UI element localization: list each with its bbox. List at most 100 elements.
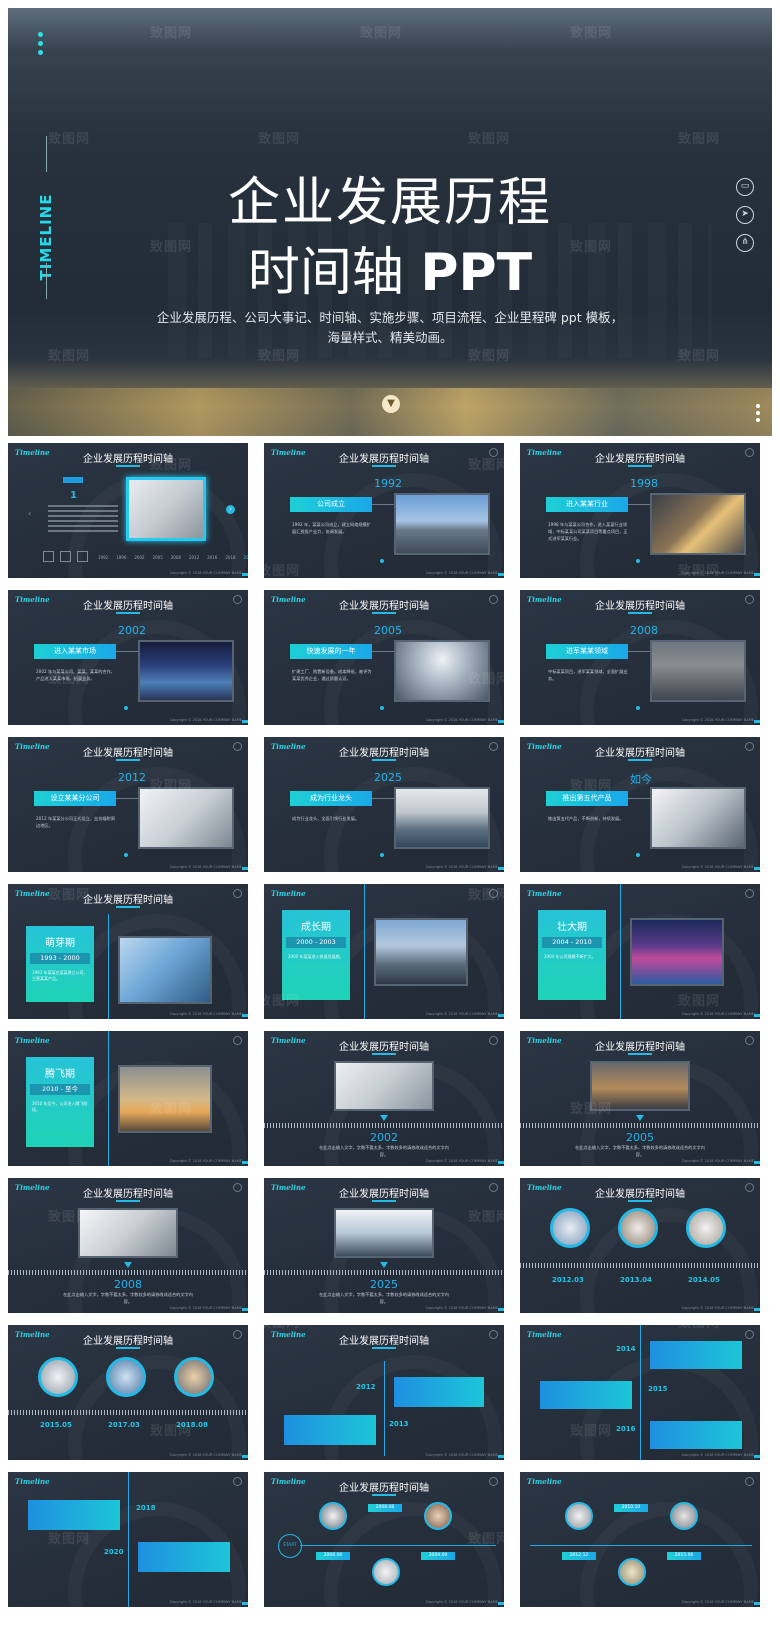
year-marker (63, 477, 83, 483)
year-item[interactable]: 2002 (134, 555, 144, 560)
year-item[interactable]: 1996 (116, 555, 126, 560)
slide-start-1[interactable]: Timeline 企业发展历程时间轴 START 2006.06 2008.08… (264, 1472, 504, 1607)
prev-arrow-icon[interactable]: ‹ (28, 509, 31, 518)
slide-title: 企业发展历程时间轴 (595, 748, 685, 759)
year-item[interactable]: 2016 (207, 555, 217, 560)
milestone-year: 2008 (630, 624, 658, 637)
slide-stage-3[interactable]: Timeline 壮大期 2004 - 2010 2004 年公司规模不断扩大。… (520, 884, 760, 1019)
slide-circles-2[interactable]: Timeline 企业发展历程时间轴 2015.05 2017.03 2018.… (8, 1325, 248, 1460)
slide-axis-2005[interactable]: Timeline 企业发展历程时间轴 2005 在此点击输入文字，字数不要太多，… (520, 1031, 760, 1166)
slide-milestone-1998[interactable]: Timeline 企业发展历程时间轴 1998 进入某某行业 1998 年与某某… (520, 443, 760, 578)
year-icon[interactable] (43, 551, 54, 562)
slide-axis-2025[interactable]: Timeline 企业发展历程时间轴 2025 在此点击输入文字，字数不要太多，… (264, 1178, 504, 1313)
handshake-photo (138, 787, 234, 849)
copyright: Copyright © 2018 YOUR COMPANY NAME (681, 1012, 754, 1016)
copyright: Copyright © 2018 YOUR COMPANY NAME (425, 1159, 498, 1163)
laptop-icon[interactable]: ▭ (736, 178, 754, 196)
slide-title: 企业发展历程时间轴 (339, 601, 429, 612)
year-icons-row (43, 551, 88, 562)
slide-title: 企业发展历程时间轴 (83, 1336, 173, 1347)
connector-line (116, 798, 138, 799)
slide-zigzag-3[interactable]: Timeline 2018 2020 Copyright © 2018 YOUR… (8, 1472, 248, 1607)
network-icon[interactable]: ⋔ (736, 234, 754, 252)
circle-date: 2015.05 (40, 1421, 72, 1429)
paper-plane-icon[interactable]: ➤ (736, 206, 754, 224)
circle-date: 2013.04 (620, 1276, 652, 1284)
night-building-photo (138, 640, 234, 702)
year-item[interactable]: 2020 (244, 555, 249, 560)
stage-name: 萌芽期 (45, 938, 75, 949)
year-item[interactable]: 2005 (153, 555, 163, 560)
year-icon[interactable] (60, 551, 71, 562)
zigzag-card (284, 1415, 376, 1445)
start-label: 2012.12 (562, 1552, 596, 1560)
slide-axis-2008[interactable]: Timeline 企业发展历程时间轴 2008 在此点击输入文字，字数不要太多，… (8, 1178, 248, 1313)
slide-milestone-2012[interactable]: Timeline 企业发展历程时间轴 2012 设立某某分公司 2012 年某某… (8, 737, 248, 872)
axis-year: 2005 (626, 1131, 654, 1144)
slide-milestone-2008[interactable]: Timeline 企业发展历程时间轴 2008 进军某某领域 中标某某项目，进军… (520, 590, 760, 725)
year-item[interactable]: 2008 (171, 555, 181, 560)
axis-year: 2002 (370, 1131, 398, 1144)
year-icon[interactable] (77, 551, 88, 562)
zigzag-card (540, 1381, 632, 1409)
skyline-photo (650, 640, 746, 702)
zigzag-card (138, 1542, 230, 1572)
slide-stage-4[interactable]: Timeline 腾飞期 2010 - 至今 2010 年至今，公司进入腾飞阶段… (8, 1031, 248, 1166)
copyright: Copyright © 2018 YOUR COMPANY NAME (681, 1453, 754, 1457)
year-item[interactable]: 2012 (189, 555, 199, 560)
more-dots-icon[interactable] (756, 404, 760, 422)
start-label: 2006.06 (316, 1552, 350, 1560)
slide-milestone-2025[interactable]: Timeline 企业发展历程时间轴 2025 成为行业龙头 成为行业龙头，全面… (264, 737, 504, 872)
circle-photo (618, 1208, 658, 1248)
year-item[interactable]: 2018 (225, 555, 235, 560)
connector-line (628, 798, 650, 799)
slide-logo: Timeline (527, 1477, 562, 1486)
slide-zigzag-1[interactable]: Timeline 企业发展历程时间轴 2012 2013 Copyright ©… (264, 1325, 504, 1460)
year-item[interactable]: 1992 (98, 555, 108, 560)
slide-title: 企业发展历程时间轴 (339, 1336, 429, 1347)
slide-start-2[interactable]: Timeline 2010.10 2012.12 2015.06 Copyrig… (520, 1472, 760, 1607)
slide-stage-2[interactable]: Timeline 成长期 2000 - 2003 2000 年某某进入快速发展期… (264, 884, 504, 1019)
circle-date: 2014.05 (688, 1276, 720, 1284)
copyright: Copyright © 2018 YOUR COMPANY NAME (681, 865, 754, 869)
zigzag-card (650, 1421, 742, 1449)
slide-circles-1[interactable]: Timeline 企业发展历程时间轴 2012.03 2013.04 2014.… (520, 1178, 760, 1313)
slide-1[interactable]: Timeline 企业发展历程时间轴 1 ‹ › 1992 1996 2002 200… (8, 443, 248, 578)
circle-photo (424, 1502, 452, 1530)
copyright: Copyright © 2018 YOUR COMPANY NAME (169, 571, 242, 575)
office-photo (334, 1061, 434, 1111)
meeting-photo (650, 787, 746, 849)
milestone-text: 2002 年与某某公司、某某、某某的合作，产品进入某某市场，拓展业务。 (36, 669, 115, 681)
glass-building-photo (118, 936, 212, 1004)
connector-line (372, 504, 394, 505)
connector-line (116, 651, 138, 652)
stage-name: 成长期 (301, 922, 331, 933)
next-arrow-icon[interactable]: › (226, 505, 235, 514)
slide-title: 企业发展历程时间轴 (339, 1483, 429, 1494)
copyright: Copyright © 2018 YOUR COMPANY NAME (169, 1453, 242, 1457)
slide-axis-2002[interactable]: Timeline 企业发展历程时间轴 2002 在此点击输入文字，字数不要太多，… (264, 1031, 504, 1166)
plane-sky-photo (394, 640, 490, 702)
chevron-down-icon[interactable]: ▼ (382, 395, 400, 413)
zigzag-card (650, 1341, 742, 1369)
slide-logo: Timeline (527, 889, 562, 898)
slide-zigzag-2[interactable]: Timeline 2014 2015 2016 Copyright © 2018… (520, 1325, 760, 1460)
circle-photo (565, 1502, 593, 1530)
milestone-year: 2025 (374, 771, 402, 784)
connector-line (372, 798, 394, 799)
hero-title-line2: 时间轴 PPT (8, 230, 772, 305)
slide-title: 企业发展历程时间轴 (339, 748, 429, 759)
slide-stage-1[interactable]: Timeline 企业发展历程时间轴 萌芽期 1993 - 2000 1993 … (8, 884, 248, 1019)
slide-milestone-1992[interactable]: Timeline 企业发展历程时间轴 1992 公司成立 1992 年，某某公司… (264, 443, 504, 578)
milestone-label: 公司成立 (290, 497, 372, 512)
menu-dots-icon[interactable] (38, 32, 43, 55)
milestone-year: 2002 (118, 624, 146, 637)
slide-milestone-2002[interactable]: Timeline 企业发展历程时间轴 2002 进入某某市场 2002 年与某某… (8, 590, 248, 725)
slide-milestone-2005[interactable]: Timeline 企业发展历程时间轴 2005 快速发展的一年 扩建工厂、购置新… (264, 590, 504, 725)
slide-milestone-now[interactable]: Timeline 企业发展历程时间轴 如今 推出第五代产品 推出第五代产品，不断… (520, 737, 760, 872)
zigzag-year: 2016 (616, 1425, 636, 1433)
circle-date: 2018.08 (176, 1421, 208, 1429)
circle-photo (686, 1208, 726, 1248)
airplane-photo (118, 1065, 212, 1133)
slide-title: 企业发展历程时间轴 (595, 601, 685, 612)
